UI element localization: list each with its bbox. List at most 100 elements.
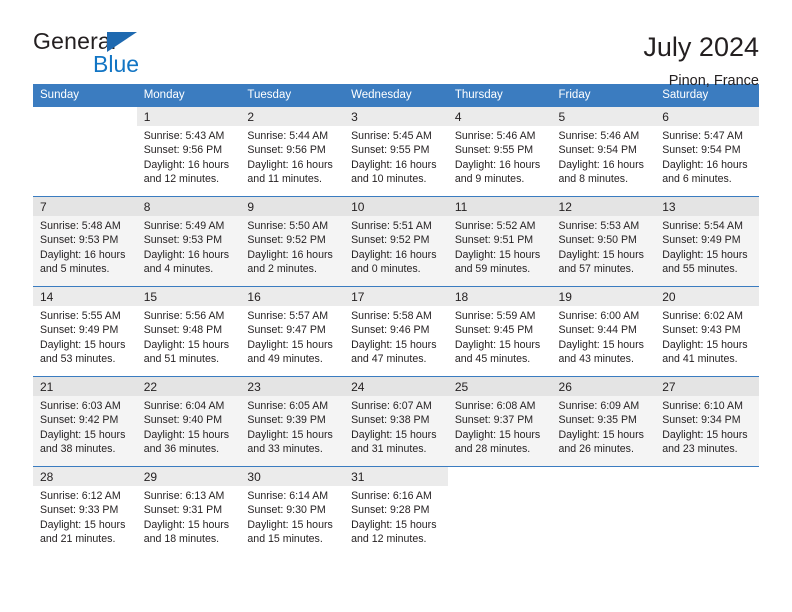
calendar-day-cell[interactable]: 13 Sunrise: 5:54 AM Sunset: 9:49 PM Dayligh… [655,196,759,287]
day-number: 16 [240,287,345,306]
day-sunset-text: Sunset: 9:28 PM [351,504,430,517]
day-daylight-line2-text: and 43 minutes. [558,353,634,366]
calendar-day-cell[interactable]: 29 Sunrise: 6:13 AM Sunset: 9:31 PM Dayligh… [136,466,241,557]
weekday-header-sunday: Sunday [33,84,137,107]
day-cell-content: 7 Sunrise: 5:48 AM Sunset: 9:53 PM Daylight… [33,197,137,286]
calendar-day-cell[interactable]: 5 Sunrise: 5:46 AM Sunset: 9:54 PM Daylight… [551,106,656,197]
day-daylight-line2-text: and 10 minutes. [351,173,427,186]
calendar-day-cell[interactable]: 10 Sunrise: 5:51 AM Sunset: 9:52 PM Dayligh… [344,196,448,287]
calendar-day-cell[interactable]: 9 Sunrise: 5:50 AM Sunset: 9:52 PM Daylight… [240,196,345,287]
day-sunset-text: Sunset: 9:51 PM [454,234,534,247]
day-sunrise-text: Sunrise: 6:03 AM [40,400,121,412]
day-cell-content: 25 Sunrise: 6:08 AM Sunset: 9:37 PM Dayligh… [447,377,552,466]
calendar-day-cell[interactable]: 3 Sunrise: 5:45 AM Sunset: 9:55 PM Daylight… [344,106,448,197]
calendar-day-cell[interactable]: 18 Sunrise: 5:59 AM Sunset: 9:45 PM Dayligh… [447,286,552,377]
calendar-day-cell[interactable]: 17 Sunrise: 5:58 AM Sunset: 9:46 PM Dayligh… [344,286,448,377]
calendar-day-cell[interactable]: 8 Sunrise: 5:49 AM Sunset: 9:53 PM Daylight… [136,196,241,287]
day-cell-content: 30 Sunrise: 6:14 AM Sunset: 9:30 PM Dayligh… [240,467,345,557]
day-cell-content: 22 Sunrise: 6:04 AM Sunset: 9:40 PM Dayligh… [136,377,241,466]
day-sunrise-text: Sunrise: 6:12 AM [40,490,121,502]
day-daylight-line2-text: and 5 minutes. [40,263,110,276]
day-cell-content [552,467,656,557]
day-cell-content: 6 Sunrise: 5:47 AM Sunset: 9:54 PM Daylight… [655,107,759,196]
calendar-day-cell[interactable]: 1 Sunrise: 5:43 AM Sunset: 9:56 PM Daylight… [136,106,241,197]
calendar-week-row: 1 Sunrise: 5:43 AM Sunset: 9:56 PM Daylight… [33,106,759,197]
day-daylight-line1-text: Daylight: 15 hours [558,248,644,261]
day-daylight-line1-text: Daylight: 15 hours [662,338,748,351]
day-sunrise-text: Sunrise: 5:57 AM [247,310,329,322]
calendar-day-cell[interactable]: 27 Sunrise: 6:10 AM Sunset: 9:34 PM Dayligh… [655,376,759,467]
day-sun-info: Sunrise: 6:07 AM Sunset: 9:38 PM Daylight:… [344,396,448,457]
calendar-day-cell[interactable]: 15 Sunrise: 5:56 AM Sunset: 9:48 PM Dayligh… [136,286,241,377]
day-daylight-line1-text: Daylight: 16 hours [143,158,230,171]
calendar-day-cell[interactable]: 12 Sunrise: 5:53 AM Sunset: 9:50 PM Dayligh… [551,196,656,287]
day-sunrise-text: Sunrise: 5:58 AM [351,310,432,322]
day-daylight-line1-text: Daylight: 16 hours [454,158,541,171]
calendar-day-cell[interactable]: 25 Sunrise: 6:08 AM Sunset: 9:37 PM Dayligh… [447,376,552,467]
day-sun-info: Sunrise: 6:00 AM Sunset: 9:44 PM Daylight:… [552,306,656,367]
day-sunset-text: Sunset: 9:55 PM [351,144,430,157]
calendar-day-cell[interactable]: 4 Sunrise: 5:46 AM Sunset: 9:55 PM Daylight… [447,106,552,197]
day-sun-info: Sunrise: 5:54 AM Sunset: 9:49 PM Daylight:… [655,216,759,277]
weekday-header-friday: Friday [551,84,656,107]
day-daylight-line1-text: Daylight: 15 hours [558,338,644,351]
calendar-day-cell[interactable]: 16 Sunrise: 5:57 AM Sunset: 9:47 PM Dayligh… [240,286,345,377]
day-sun-info: Sunrise: 6:09 AM Sunset: 9:35 PM Daylight:… [552,396,656,457]
day-cell-content: 31 Sunrise: 6:16 AM Sunset: 9:28 PM Dayligh… [344,467,448,557]
day-daylight-line1-text: Daylight: 15 hours [558,428,644,441]
day-sun-info: Sunrise: 6:05 AM Sunset: 9:39 PM Daylight:… [240,396,344,457]
day-sun-info: Sunrise: 5:51 AM Sunset: 9:52 PM Daylight:… [344,216,448,277]
day-sunrise-text: Sunrise: 6:10 AM [662,400,743,412]
calendar-day-cell[interactable]: 21 Sunrise: 6:03 AM Sunset: 9:42 PM Dayligh… [33,376,137,467]
day-sunset-text: Sunset: 9:39 PM [247,414,326,427]
day-number: 21 [33,377,137,396]
calendar-day-cell[interactable]: 20 Sunrise: 6:02 AM Sunset: 9:43 PM Dayligh… [655,286,759,377]
day-daylight-line2-text: and 33 minutes. [247,443,323,456]
calendar-week-row: 14 Sunrise: 5:55 AM Sunset: 9:49 PM Dayligh… [33,286,759,377]
day-cell-content: 28 Sunrise: 6:12 AM Sunset: 9:33 PM Dayligh… [33,467,137,557]
title-block: July 2024 Pinon, France [643,30,759,89]
calendar-day-cell[interactable]: 6 Sunrise: 5:47 AM Sunset: 9:54 PM Daylight… [655,106,759,197]
day-cell-content: 26 Sunrise: 6:09 AM Sunset: 9:35 PM Dayligh… [551,377,656,466]
day-sunset-text: Sunset: 9:38 PM [351,414,430,427]
day-sun-info: Sunrise: 5:59 AM Sunset: 9:45 PM Daylight:… [448,306,552,367]
calendar-day-cell[interactable]: 7 Sunrise: 5:48 AM Sunset: 9:53 PM Daylight… [33,196,137,287]
calendar-day-cell[interactable]: 14 Sunrise: 5:55 AM Sunset: 9:49 PM Dayligh… [33,286,137,377]
day-sunset-text: Sunset: 9:53 PM [40,234,119,247]
day-cell-content: 21 Sunrise: 6:03 AM Sunset: 9:42 PM Dayligh… [33,377,137,466]
location-subtitle: Pinon, France [668,73,759,90]
day-daylight-line2-text: and 51 minutes. [143,353,220,366]
day-cell-content: 13 Sunrise: 5:54 AM Sunset: 9:49 PM Dayligh… [655,197,759,286]
day-daylight-line1-text: Daylight: 15 hours [40,338,126,351]
calendar-day-cell[interactable]: 30 Sunrise: 6:14 AM Sunset: 9:30 PM Dayligh… [240,466,345,557]
day-number: 17 [344,287,448,306]
day-number [33,107,137,126]
day-cell-content: 27 Sunrise: 6:10 AM Sunset: 9:34 PM Dayligh… [655,377,759,466]
day-sunrise-text: Sunrise: 6:04 AM [143,400,225,412]
day-cell-content: 24 Sunrise: 6:07 AM Sunset: 9:38 PM Dayligh… [344,377,448,466]
day-sunrise-text: Sunrise: 6:14 AM [247,490,329,502]
day-number: 10 [344,197,448,216]
calendar-day-cell[interactable]: 23 Sunrise: 6:05 AM Sunset: 9:39 PM Dayligh… [240,376,345,467]
calendar-day-cell[interactable]: 24 Sunrise: 6:07 AM Sunset: 9:38 PM Dayligh… [344,376,448,467]
day-number [448,467,552,486]
calendar-day-cell[interactable]: 2 Sunrise: 5:44 AM Sunset: 9:56 PM Daylight… [240,106,345,197]
day-sunrise-text: Sunrise: 5:44 AM [247,130,329,142]
calendar-day-cell[interactable]: 28 Sunrise: 6:12 AM Sunset: 9:33 PM Dayligh… [33,466,137,557]
calendar-day-cell[interactable]: 31 Sunrise: 6:16 AM Sunset: 9:28 PM Dayligh… [344,466,448,557]
brand-logo[interactable]: General Blue [33,30,193,86]
day-daylight-line1-text: Daylight: 15 hours [247,338,333,351]
calendar-day-cell[interactable]: 11 Sunrise: 5:52 AM Sunset: 9:51 PM Dayligh… [447,196,552,287]
day-sun-info: Sunrise: 6:12 AM Sunset: 9:33 PM Daylight:… [33,486,137,547]
day-sunrise-text: Sunrise: 5:54 AM [662,220,743,232]
day-sun-info: Sunrise: 5:47 AM Sunset: 9:54 PM Daylight:… [655,126,759,187]
calendar-day-cell [33,106,137,197]
triangle-logo-icon [107,32,137,52]
day-daylight-line1-text: Daylight: 15 hours [454,248,541,261]
day-daylight-line2-text: and 11 minutes. [247,173,323,186]
calendar-day-cell[interactable]: 22 Sunrise: 6:04 AM Sunset: 9:40 PM Dayligh… [136,376,241,467]
brand-name-blue: Blue [93,51,140,77]
calendar-day-cell[interactable]: 26 Sunrise: 6:09 AM Sunset: 9:35 PM Dayligh… [551,376,656,467]
day-number: 7 [33,197,137,216]
calendar-day-cell[interactable]: 19 Sunrise: 6:00 AM Sunset: 9:44 PM Dayligh… [551,286,656,377]
